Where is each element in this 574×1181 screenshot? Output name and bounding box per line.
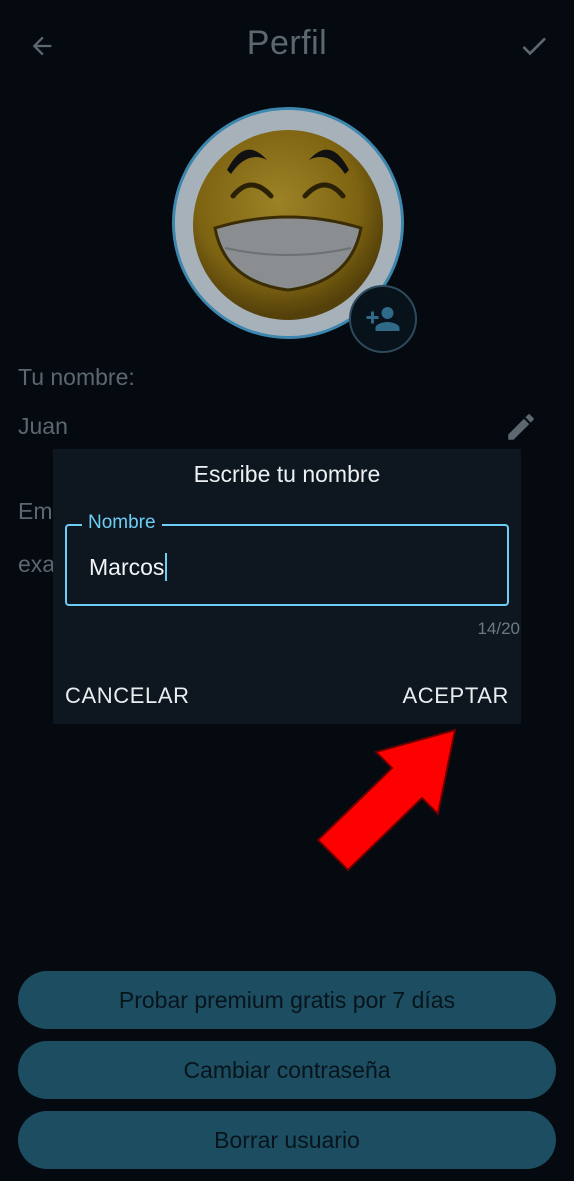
- page-title: Perfil: [246, 24, 328, 62]
- dialog-title: Escribe tu nombre: [193, 461, 381, 487]
- name-dialog: Escribe tu nombre Marcos Nombre 14/20 CA…: [53, 449, 521, 724]
- premium-trial-label: Probar premium gratis por 7 días: [118, 987, 456, 1013]
- name-input-value[interactable]: Marcos: [89, 553, 168, 581]
- add-photo-button[interactable]: [349, 285, 417, 353]
- delete-user-label: Borrar usuario: [214, 1127, 360, 1153]
- confirm-button[interactable]: [512, 26, 556, 66]
- email-label: Em: [18, 498, 53, 524]
- change-password-button[interactable]: Cambiar contraseña: [18, 1041, 556, 1099]
- name-input-text: Marcos: [89, 553, 165, 580]
- cancel-button[interactable]: CANCELAR: [65, 683, 190, 709]
- profile-screen: Perfil Tu nombre: Juan Em exa Probar pre…: [0, 0, 574, 1181]
- edit-name-button[interactable]: [504, 410, 538, 444]
- person-add-icon: [366, 307, 400, 331]
- name-value: Juan: [18, 413, 68, 439]
- pencil-icon: [508, 414, 534, 440]
- change-password-label: Cambiar contraseña: [183, 1057, 391, 1083]
- name-input-label: Nombre: [82, 512, 162, 534]
- top-app-bar: Perfil: [0, 0, 574, 92]
- check-icon: [522, 37, 546, 56]
- delete-user-button[interactable]: Borrar usuario: [18, 1111, 556, 1169]
- name-label: Tu nombre:: [18, 364, 135, 390]
- accept-button[interactable]: ACEPTAR: [403, 683, 509, 709]
- char-counter: 14/20: [477, 619, 520, 638]
- text-caret: [165, 553, 168, 581]
- red-pointer-arrow-icon: [316, 728, 457, 872]
- email-value: exa: [18, 551, 56, 577]
- premium-trial-button[interactable]: Probar premium gratis por 7 días: [18, 971, 556, 1029]
- name-input[interactable]: Marcos: [65, 524, 509, 606]
